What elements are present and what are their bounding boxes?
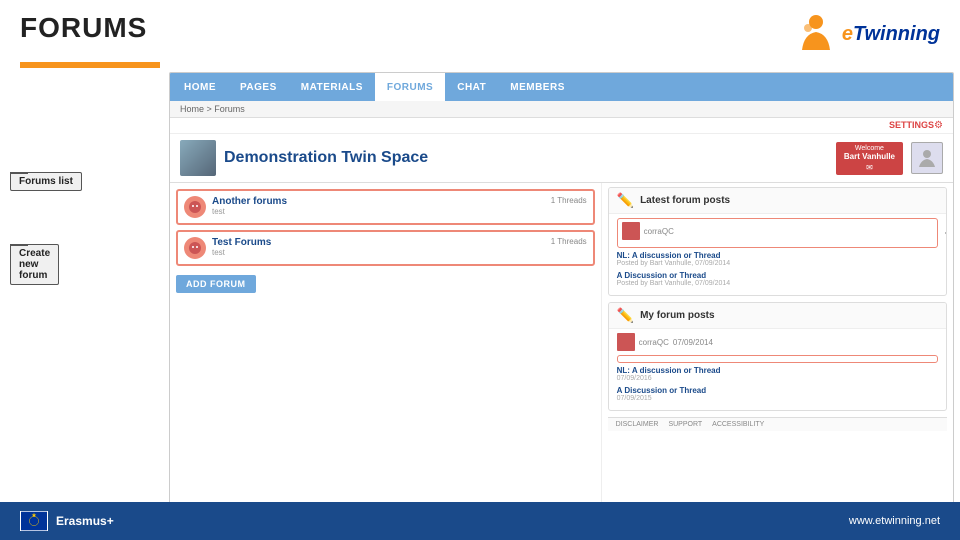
- forum-icon-2: [184, 237, 206, 259]
- logo-e: e: [842, 23, 853, 45]
- welcome-box: Welcome Bart Vanhulle ✉: [836, 142, 903, 175]
- etwinning-logo: eTwinning: [794, 12, 940, 56]
- add-forum-button[interactable]: ADD FORUM: [176, 275, 256, 293]
- forum-item[interactable]: Another forums test 1 Threads: [176, 189, 595, 225]
- my-post-title-2: NL: A discussion or Thread: [617, 366, 938, 375]
- footer-accessibility: ACCESSIBILITY: [712, 421, 764, 428]
- hamster-icon-2: [188, 241, 202, 255]
- logo-text: eTwinning: [842, 23, 940, 46]
- message-icon: ✉: [844, 163, 895, 172]
- footer-support: SUPPORT: [668, 421, 702, 428]
- my-post-by-3: 07/09/2015: [617, 395, 938, 402]
- create-forum-label: Create new forum: [10, 244, 59, 285]
- latest-posts-body: corraQC Latest posts in all forums NL: A…: [609, 214, 946, 295]
- nav-forums[interactable]: FORUMS: [375, 73, 445, 101]
- my-post-title-3: A Discussion or Thread: [617, 386, 938, 395]
- post-title-3: A Discussion or Thread: [617, 271, 938, 280]
- forum-meta-2: test: [212, 248, 545, 257]
- my-post-avatar-1: [617, 333, 635, 351]
- post-title-2: NL: A discussion or Thread: [617, 251, 938, 260]
- welcome-line2: Bart Vanhulle: [844, 152, 895, 161]
- site-avatar: [180, 140, 216, 176]
- post-user-1: corraQC: [644, 227, 674, 236]
- nav-chat[interactable]: CHAT: [445, 73, 498, 101]
- nav-home[interactable]: HOME: [172, 73, 228, 101]
- forum-item-2[interactable]: Test Forums test 1 Threads: [176, 230, 595, 266]
- content-area: Another forums test 1 Threads: [170, 183, 953, 507]
- site-name: Demonstration Twin Space: [224, 149, 828, 167]
- my-post-item-2: NL: A discussion or Thread 07/09/2016: [617, 366, 938, 382]
- user-silhouette-icon: [916, 147, 938, 169]
- arrow-line-forums: [10, 172, 28, 174]
- forum-threads-1: 1 Threads: [551, 196, 587, 205]
- breadcrumb: Home > Forums: [170, 101, 953, 118]
- footer-erasmus-label: Erasmus+: [56, 514, 114, 528]
- settings-icon: ⚙: [934, 120, 943, 131]
- screenshot-wrapper: FORUMS eTwinning Forums list: [0, 0, 960, 540]
- forum-details-2: Test Forums test: [212, 237, 545, 257]
- edit-icon-1: ✏️: [617, 192, 634, 209]
- hamster-icon-1: [188, 200, 202, 214]
- footer-disclaimer: DISCLAIMER: [616, 421, 659, 428]
- post-user-row-1: corraQC: [622, 222, 933, 240]
- post-item-3: A Discussion or Thread Posted by Bart Va…: [617, 271, 938, 287]
- nav-materials[interactable]: MATERIALS: [289, 73, 375, 101]
- forum-details-1: Another forums test: [212, 196, 545, 216]
- browser-inner-footer: DISCLAIMER SUPPORT ACCESSIBILITY: [608, 417, 947, 431]
- post-item-2: NL: A discussion or Thread Posted by Bar…: [617, 251, 938, 267]
- nav-members[interactable]: MEMBERS: [498, 73, 577, 101]
- my-posts-section: ✏️ My forum posts corraQC 07/09/2: [608, 302, 947, 411]
- my-post-item-1: corraQC 07/09/2014: [617, 333, 938, 351]
- arrow-line-create: [10, 244, 28, 246]
- nav-pages[interactable]: PAGES: [228, 73, 289, 101]
- forum-name-1: Another forums: [212, 196, 545, 207]
- post-avatar-1: [622, 222, 640, 240]
- my-posts-title: My forum posts: [640, 310, 714, 321]
- my-post-date-1: 07/09/2014: [673, 338, 713, 347]
- settings-bar: SETTINGS ⚙: [170, 118, 953, 134]
- footer-left: Erasmus+: [20, 511, 114, 531]
- eu-logo: [20, 511, 48, 531]
- user-avatar: [911, 142, 943, 174]
- my-posts-callout-box: Your latest forum posts: [617, 355, 938, 363]
- welcome-line1: Welcome: [844, 145, 895, 152]
- accent-bar: [20, 62, 160, 68]
- settings-link[interactable]: SETTINGS: [889, 120, 934, 131]
- my-post-user-1: corraQC: [639, 338, 669, 347]
- forum-threads-2: 1 Threads: [551, 237, 587, 246]
- page-header: FORUMS eTwinning: [0, 0, 960, 62]
- my-posts-header: ✏️ My forum posts: [609, 303, 946, 329]
- eu-flag-icon: [21, 511, 47, 531]
- page-title: FORUMS: [20, 12, 147, 44]
- post-by-3: Posted by Bart Vanhulle, 07/09/2014: [617, 280, 938, 287]
- footer-bar: Erasmus+ www.etwinning.net: [0, 502, 960, 540]
- my-post-by-2: 07/09/2016: [617, 375, 938, 382]
- post-item-1: corraQC: [622, 222, 933, 240]
- profile-header: Demonstration Twin Space Welcome Bart Va…: [170, 134, 953, 183]
- forums-list-label: Forums list: [10, 172, 82, 191]
- logo-figure-icon: [794, 12, 838, 56]
- my-post-user-row-1: corraQC 07/09/2014: [617, 333, 938, 351]
- my-post-item-3: A Discussion or Thread 07/09/2015: [617, 386, 938, 402]
- forum-icon-1: [184, 196, 206, 218]
- edit-icon-2: ✏️: [617, 307, 634, 324]
- forum-name-2: Test Forums: [212, 237, 545, 248]
- latest-posts-section: ✏️ Latest forum posts: [608, 187, 947, 296]
- nav-bar: HOME PAGES MATERIALS FORUMS CHAT MEMBERS: [170, 73, 953, 101]
- browser-window: HOME PAGES MATERIALS FORUMS CHAT MEMBERS…: [169, 72, 954, 528]
- latest-posts-title: Latest forum posts: [640, 195, 730, 206]
- logo-twinning: Twinning: [853, 23, 940, 45]
- footer-url: www.etwinning.net: [849, 515, 940, 527]
- forums-panel: Another forums test 1 Threads: [170, 183, 601, 507]
- latest-posts-header: ✏️ Latest forum posts: [609, 188, 946, 214]
- right-panel: ✏️ Latest forum posts: [601, 183, 953, 507]
- latest-posts-callout-box: corraQC Latest posts in all forums: [617, 218, 938, 248]
- post-by-2: Posted by Bart Vanhulle, 07/09/2014: [617, 260, 938, 267]
- left-annotation-area: Forums list Create new forum: [0, 72, 165, 540]
- my-posts-body: corraQC 07/09/2014 Your latest forum pos…: [609, 329, 946, 410]
- forum-meta-1: test: [212, 207, 545, 216]
